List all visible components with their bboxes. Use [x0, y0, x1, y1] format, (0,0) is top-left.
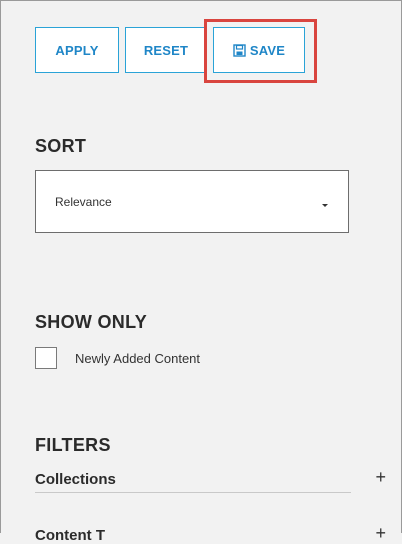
save-button[interactable]: SAVE: [213, 27, 305, 73]
reset-button-label: RESET: [143, 42, 189, 58]
filters-heading: FILTERS: [35, 435, 111, 455]
apply-button-label: APPLY: [55, 42, 99, 58]
newly-added-checkbox[interactable]: [35, 347, 57, 369]
filter-content-type[interactable]: Content T: [35, 527, 105, 544]
filter-panel: APPLY RESET SAVE SORT Relevance SHOW ONL…: [0, 0, 402, 544]
show-only-heading: SHOW ONLY: [35, 312, 148, 332]
sort-select[interactable]: Relevance: [35, 170, 349, 233]
plus-icon[interactable]: +: [375, 524, 386, 542]
save-icon: [233, 43, 246, 57]
save-button-label: SAVE: [249, 42, 286, 58]
filter-collections[interactable]: Collections: [35, 471, 351, 493]
sort-heading: SORT: [35, 136, 87, 156]
reset-button[interactable]: RESET: [125, 27, 207, 73]
filter-collections-label: Collections: [35, 471, 116, 488]
apply-button[interactable]: APPLY: [35, 27, 119, 73]
chevron-down-icon: [322, 204, 328, 207]
sort-selected-value: Relevance: [55, 194, 112, 209]
newly-added-label[interactable]: Newly Added Content: [75, 351, 200, 366]
plus-icon[interactable]: +: [375, 468, 386, 486]
